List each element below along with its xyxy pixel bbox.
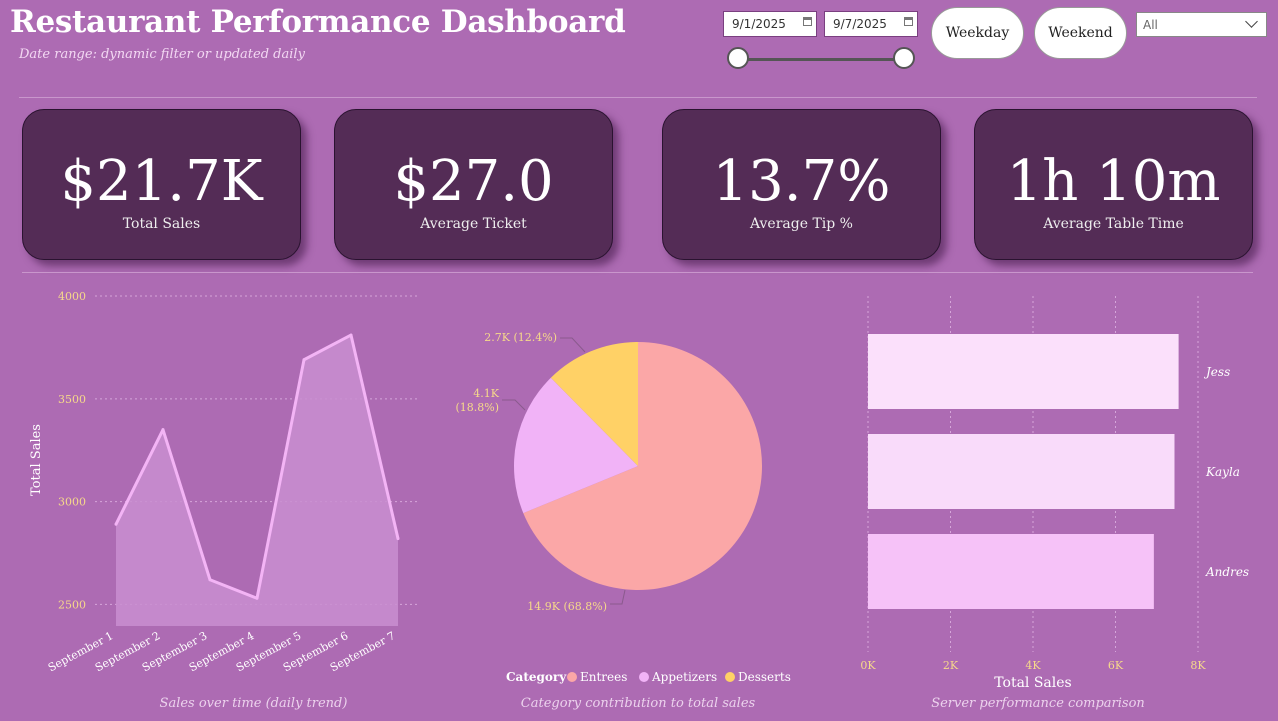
leader-line (502, 399, 526, 411)
legend-swatch-entrees (567, 672, 577, 682)
y-tick-label: 3500 (58, 393, 86, 406)
kpi-card-average-tip: 13.7% Average Tip % (662, 109, 941, 260)
kpi-card-average-ticket: $27.0 Average Ticket (334, 109, 613, 260)
slice-label-entrees: 14.9K (68.8%) (527, 600, 607, 613)
kpi-label: Average Table Time (1043, 216, 1184, 232)
x-tick-label: 6K (1108, 659, 1124, 672)
legend-label-appetizers: Appetizers (651, 670, 717, 684)
bar-jess (868, 334, 1179, 409)
kpi-label: Average Tip % (749, 216, 853, 232)
y-tick-label: 2500 (58, 598, 86, 611)
date-range-end-handle[interactable] (893, 47, 915, 69)
leader-line (610, 589, 626, 605)
bar-kayla (868, 434, 1175, 509)
legend-label-desserts: Desserts (738, 670, 791, 684)
legend-title: Category (506, 670, 567, 684)
legend-label-entrees: Entrees (580, 670, 627, 684)
chevron-down-icon (1245, 15, 1258, 28)
weekday-button[interactable]: Weekday (931, 7, 1024, 59)
y-tick-label: 4000 (58, 290, 86, 303)
category-pie-chart: 14.9K (68.8%) 4.1K(18.8%) 2.7K (12.4%) Cate… (455, 331, 791, 684)
kpi-value: $21.7K (60, 149, 263, 214)
page-title: Restaurant Performance Dashboard (10, 4, 626, 40)
sales-trend-caption: Sales over time (daily trend) (159, 696, 348, 711)
category-dropdown[interactable]: All (1136, 12, 1267, 37)
x-axis-title: Total Sales (994, 675, 1071, 691)
end-date-value: 9/7/2025 (833, 17, 887, 31)
x-tick-label: 4K (1025, 659, 1041, 672)
data-point (349, 333, 353, 337)
kpi-value: 1h 10m (1006, 149, 1221, 214)
header-divider (19, 97, 1257, 98)
sales-area (116, 335, 398, 626)
sales-trend-chart: 4000350030002500September 1September 2Se… (29, 290, 418, 674)
server-caption: Server performance comparison (931, 696, 1145, 711)
data-point (114, 522, 118, 526)
legend-swatch-appetizers (639, 672, 649, 682)
data-point (302, 358, 306, 362)
slice-label-desserts: 2.7K (12.4%) (484, 331, 557, 344)
kpi-value: 13.7% (712, 149, 891, 214)
kpi-label: Total Sales (122, 216, 201, 232)
data-point (208, 578, 212, 582)
kpi-card-table-time: 1h 10m Average Table Time (974, 109, 1253, 260)
data-point (396, 537, 400, 541)
data-point (255, 596, 259, 600)
x-tick-label: 2K (943, 659, 959, 672)
date-range-start-handle[interactable] (727, 47, 749, 69)
calendar-icon[interactable] (803, 17, 812, 26)
start-date-value: 9/1/2025 (732, 17, 786, 31)
date-range-slider-track[interactable] (738, 58, 905, 61)
slice-label-appetizers-percent: (18.8%) (455, 401, 499, 414)
leader-line (560, 337, 586, 353)
server-bar-chart: 0K 2K 4K 6K 8K Jess Kayla Andres Total Sales (860, 296, 1249, 691)
start-date-input[interactable]: 9/1/2025 (723, 11, 817, 37)
kpi-value: $27.0 (393, 149, 554, 214)
slice-label-appetizers-value: 4.1K (473, 387, 499, 400)
bar-andres (868, 534, 1154, 609)
bar-label-jess: Jess (1203, 365, 1230, 379)
page-subtitle: Date range: dynamic filter or updated da… (19, 47, 305, 62)
weekend-button[interactable]: Weekend (1034, 7, 1127, 59)
end-date-input[interactable]: 9/7/2025 (824, 11, 918, 37)
kpi-label: Average Ticket (420, 216, 527, 232)
x-tick-label: 0K (860, 659, 876, 672)
dropdown-value: All (1143, 18, 1158, 32)
y-axis-title: Total Sales (29, 424, 44, 496)
bar-label-andres: Andres (1205, 565, 1249, 579)
kpi-card-total-sales: $21.7K Total Sales (22, 109, 301, 260)
calendar-icon[interactable] (904, 17, 913, 26)
legend-swatch-desserts (725, 672, 735, 682)
category-caption: Category contribution to total sales (520, 696, 756, 711)
kpi-divider (22, 272, 1253, 273)
data-point (161, 428, 165, 432)
y-tick-label: 3000 (58, 496, 86, 509)
bar-label-kayla: Kayla (1205, 465, 1240, 479)
x-tick-label: 8K (1190, 659, 1206, 672)
